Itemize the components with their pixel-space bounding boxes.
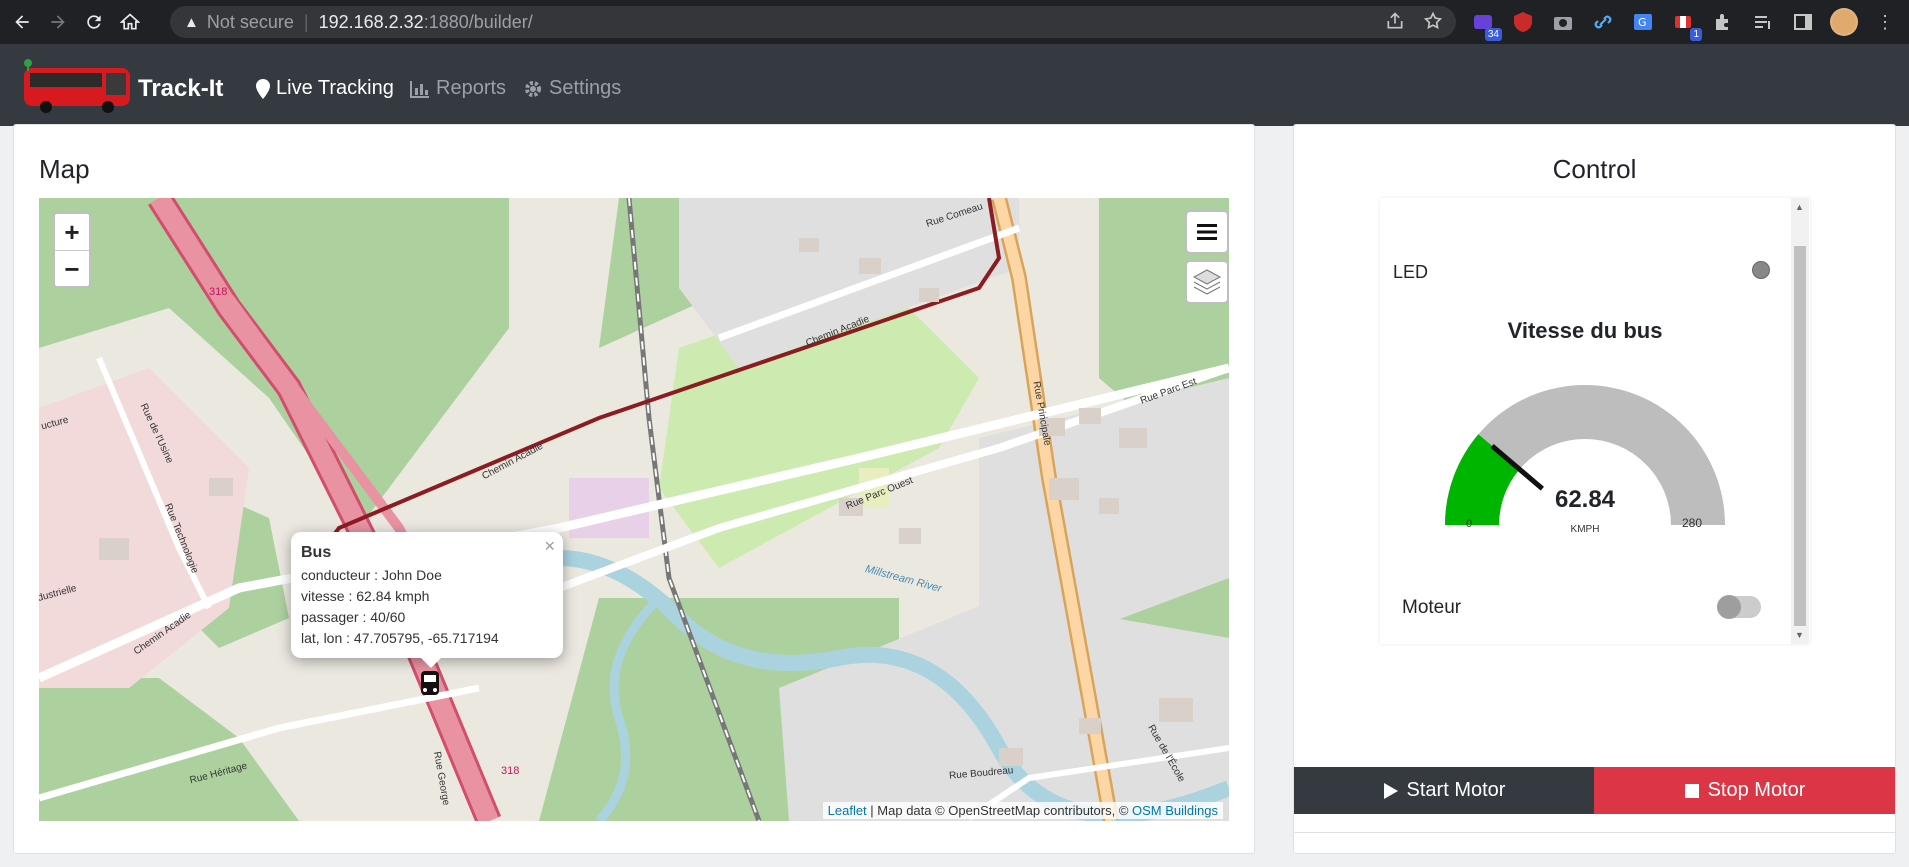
route-label: 318 bbox=[501, 765, 520, 777]
start-motor-button[interactable]: Start Motor bbox=[1294, 767, 1594, 814]
profile-avatar[interactable] bbox=[1830, 8, 1858, 36]
bus-logo[interactable] bbox=[22, 58, 134, 116]
brand-name[interactable]: Track-It bbox=[138, 75, 223, 103]
control-scrollbar[interactable]: ▲ ▼ bbox=[1791, 198, 1809, 644]
zoom-control: + − bbox=[53, 212, 91, 288]
control-panel-title: Control bbox=[1552, 154, 1637, 184]
play-icon bbox=[1383, 782, 1398, 799]
leaflet-link[interactable]: Leaflet bbox=[828, 803, 867, 818]
app-navbar: Track-It Live Tracking Reports Settings bbox=[0, 44, 1909, 126]
start-motor-label: Start Motor bbox=[1406, 779, 1506, 801]
panel-divider bbox=[1293, 832, 1896, 833]
address-bar[interactable]: ▲ Not secure | 192.168.2.32 :1880/builde… bbox=[170, 6, 1456, 38]
stop-icon bbox=[1684, 783, 1699, 798]
map-view[interactable]: Rue Comeau Chemin Acadie Chemin Acadie C… bbox=[39, 198, 1229, 821]
translate-icon[interactable]: G bbox=[1630, 9, 1656, 35]
bookmark-star-icon[interactable] bbox=[1422, 10, 1444, 32]
speed-gauge bbox=[1445, 385, 1725, 525]
zoom-in-button[interactable]: + bbox=[55, 214, 89, 251]
nav-reports[interactable]: Reports bbox=[410, 77, 506, 100]
gauge-min: 0 bbox=[1466, 518, 1473, 530]
osm-buildings-link[interactable]: OSM Buildings bbox=[1132, 803, 1218, 818]
bar-chart-icon bbox=[410, 80, 429, 98]
gear-icon bbox=[525, 80, 541, 97]
scroll-down-icon[interactable]: ▼ bbox=[1795, 630, 1804, 640]
security-label: Not secure bbox=[206, 11, 294, 32]
toggle-knob bbox=[1717, 595, 1741, 619]
popup-driver: conducteur : John Doe bbox=[301, 567, 442, 583]
led-indicator bbox=[1752, 261, 1770, 279]
puzzle-icon[interactable] bbox=[1710, 9, 1736, 35]
stop-motor-label: Stop Motor bbox=[1707, 779, 1806, 801]
layers-icon[interactable] bbox=[1185, 260, 1229, 304]
back-icon[interactable] bbox=[8, 8, 36, 36]
popup-title: Bus bbox=[301, 544, 332, 561]
ublock-icon[interactable] bbox=[1510, 9, 1536, 35]
link-icon[interactable] bbox=[1590, 9, 1616, 35]
extension-badge: 1 bbox=[1690, 28, 1702, 41]
nav-settings[interactable]: Settings bbox=[523, 77, 621, 100]
route-label: 318 bbox=[209, 286, 228, 298]
zoom-out-button[interactable]: − bbox=[55, 251, 89, 288]
nav-live-tracking-label: Live Tracking bbox=[276, 77, 394, 99]
gauge-unit: KMPH bbox=[1570, 524, 1600, 535]
map-attribution: Leaflet | Map data © OpenStreetMap contr… bbox=[822, 802, 1223, 819]
popup-passengers: passager : 40/60 bbox=[301, 609, 406, 625]
moteur-label: Moteur bbox=[1402, 597, 1462, 618]
gauge-value: 62.84 bbox=[1554, 486, 1616, 513]
gauge-title: Vitesse du bus bbox=[1507, 318, 1663, 343]
bus-popup: Bus conducteur : John Doe vitesse : 62.8… bbox=[291, 532, 563, 658]
attribution-text: | Map data © OpenStreetMap contributors,… bbox=[866, 803, 1133, 818]
menu-kebab-icon[interactable]: ⋮ bbox=[1872, 9, 1898, 35]
reload-icon[interactable] bbox=[80, 8, 108, 36]
nav-settings-label: Settings bbox=[549, 77, 622, 99]
map-panel-title: Map bbox=[39, 154, 90, 184]
nav-live-tracking[interactable]: Live Tracking bbox=[256, 77, 394, 100]
svg-text:G: G bbox=[1638, 16, 1647, 29]
scroll-up-icon[interactable]: ▲ bbox=[1795, 202, 1804, 212]
led-label: LED bbox=[1393, 262, 1429, 282]
forward-icon[interactable] bbox=[44, 8, 72, 36]
url-path: :1880/builder/ bbox=[423, 11, 533, 32]
popup-tip bbox=[419, 656, 443, 668]
extension-badge: 34 bbox=[1484, 28, 1502, 41]
home-icon[interactable] bbox=[116, 8, 144, 36]
map-marker-icon bbox=[256, 78, 270, 99]
camera-icon[interactable] bbox=[1550, 9, 1576, 35]
scroll-thumb[interactable] bbox=[1794, 246, 1806, 626]
url-host: 192.168.2.32 bbox=[318, 11, 424, 32]
popup-latlon: lat, lon : 47.705795, -65.717194 bbox=[301, 630, 499, 646]
moteur-toggle[interactable] bbox=[1717, 595, 1761, 619]
extension-flag-icon[interactable]: 1 bbox=[1670, 9, 1702, 41]
reading-list-icon[interactable] bbox=[1750, 9, 1776, 35]
menu-icon[interactable] bbox=[1185, 210, 1229, 254]
bus-marker-icon[interactable] bbox=[419, 669, 441, 699]
separator: | bbox=[303, 11, 309, 32]
extension-purple-icon[interactable]: 34 bbox=[1470, 9, 1502, 41]
popup-close-button[interactable]: × bbox=[544, 536, 555, 557]
browser-toolbar: ▲ Not secure | 192.168.2.32 :1880/builde… bbox=[0, 0, 1909, 44]
popup-speed: vitesse : 62.84 kmph bbox=[301, 588, 430, 604]
share-icon[interactable] bbox=[1384, 10, 1406, 32]
nav-reports-label: Reports bbox=[436, 77, 507, 99]
side-panel-icon[interactable] bbox=[1790, 9, 1816, 35]
stop-motor-button[interactable]: Stop Motor bbox=[1594, 767, 1895, 814]
gauge-max: 280 bbox=[1682, 516, 1703, 530]
warning-icon: ▲ bbox=[184, 13, 199, 31]
